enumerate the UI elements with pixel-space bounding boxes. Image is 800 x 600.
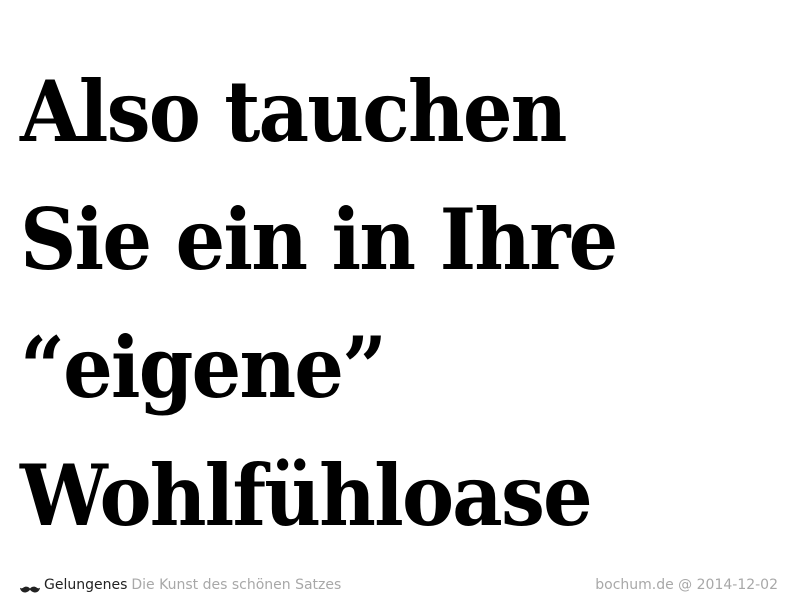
headline-line: Also tauchen <box>20 62 567 161</box>
slide: Also tauchen Sie ein in Ihre “eigene” Wo… <box>0 0 800 600</box>
headline-line: Wohlfühloase <box>20 446 593 545</box>
brand-name: Gelungenes <box>44 577 128 593</box>
brand-tagline: Die Kunst des schönen Satzes <box>131 577 342 593</box>
footer: Gelungenes Die Kunst des schönen Satzes … <box>20 575 778 595</box>
headline-line: “eigene” <box>20 318 387 417</box>
footer-brand: Gelungenes Die Kunst des schönen Satzes <box>20 575 341 595</box>
mustache-icon <box>20 580 40 593</box>
headline: Also tauchen Sie ein in Ihre “eigene” Wo… <box>20 48 661 560</box>
source-credit: bochum.de @ 2014-12-02 <box>595 577 778 593</box>
headline-line: Sie ein in Ihre <box>20 190 618 289</box>
